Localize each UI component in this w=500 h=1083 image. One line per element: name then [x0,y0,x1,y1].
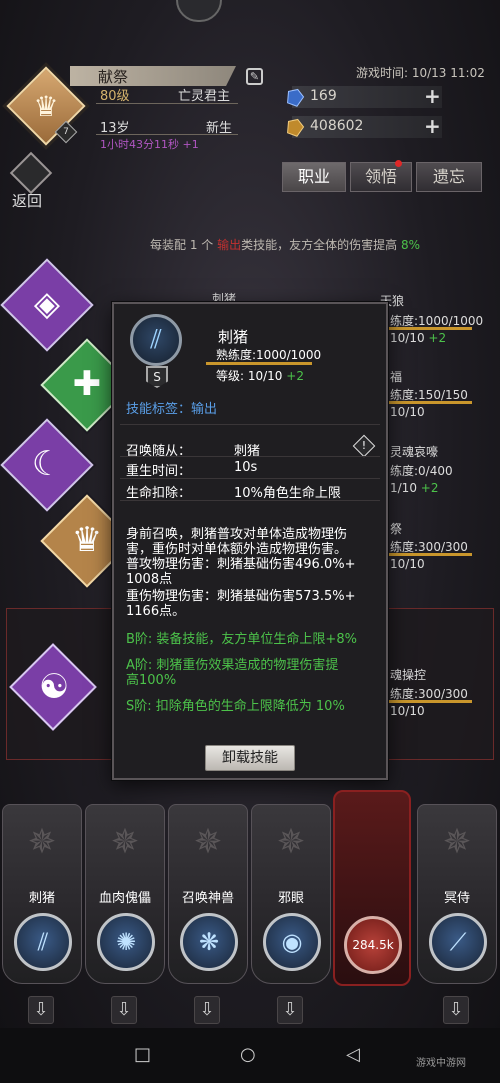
beast-icon: ❋ [180,913,238,971]
emblem-icon: ✵ [276,822,306,862]
bg-row-lvl: 10/10 [390,704,425,718]
arrow-down-icon[interactable]: ⇩ [111,996,137,1024]
bg-row-lvl: 10/10 [390,405,425,419]
skill-proficiency: 熟练度:1000/1000 [216,348,322,362]
game-time: 游戏时间: 10/13 11:02 [356,66,485,80]
emblem-icon: ✵ [442,822,472,862]
slash-icon: ⟋ [429,913,487,971]
bg-row-name: 祭 [390,522,403,536]
divider [120,478,380,479]
skill-name: 刺猪 [218,328,249,346]
card-label: 冥侍 [443,891,470,906]
divider [120,456,380,457]
desc-line: 身前召唤，刺猪普攻对单体造成物理伤 [126,527,348,542]
name-plate [70,66,236,86]
bg-row-name: 魂操控 [390,668,427,682]
watermark: 游戏中游网 [416,1058,466,1069]
proficiency-bar [206,362,312,365]
tab-forget[interactable]: 遗忘 [416,162,482,192]
desc-line: 1166点。 [126,604,186,619]
play-time-bonus: 1小时43分11秒 +1 [100,138,199,151]
skill-level: 等级: 10/10 +2 [216,369,304,383]
emblem-icon: ✵ [27,822,57,862]
info-highlight: 输出 [217,238,242,252]
emblem-icon: ✵ [193,822,223,862]
bonus-a: A阶: 刺猪重伤效果造成的物理伤害提 [126,658,339,673]
eye-icon: ◉ [263,913,321,971]
bg-row-bar [388,553,472,556]
back-nav-icon[interactable]: ◁ [346,1044,360,1065]
divider [120,500,380,501]
claw-icon: ⫽ [130,314,182,366]
bonus-a-cont: 高100% [126,673,177,688]
info-prefix: 每装配 1 个 [150,238,214,252]
home-icon[interactable]: ○ [240,1044,256,1065]
cross-icon: ✚ [72,364,102,404]
bg-row-bar [388,327,472,330]
unload-skill-button[interactable]: 卸载技能 [205,745,295,771]
arrow-down-icon[interactable]: ⇩ [28,996,54,1024]
add-gem-button[interactable]: + [424,86,441,106]
tab-career[interactable]: 职业 [282,162,346,192]
crown-icon: ♛ [71,520,103,560]
tab-comprehend[interactable]: 领悟 [350,162,412,192]
special-value: 284.5k [344,916,402,974]
skill-card[interactable]: ✵ 刺猪 ⫽ [2,804,82,984]
add-gold-button[interactable]: + [424,116,441,136]
card-label: 刺猪 [28,891,55,906]
back-button[interactable]: 返回 [12,190,42,211]
claw-icon: ⫽ [14,913,72,971]
skill-card[interactable]: ✵ 邪眼 ◉ [251,804,331,984]
edit-icon[interactable]: ✎ [246,68,263,85]
desc-line: 重伤物理伤害：刺猪基础伤害573.5%+ [126,589,356,604]
stat-value: 10s [234,460,258,475]
divider [120,424,380,425]
bg-row-lvl: 1/10 +2 [390,481,439,495]
notification-dot [395,160,402,167]
bg-row-bar [388,700,472,703]
bg-row-name: 福 [390,370,403,384]
gold-value: 408602 [310,118,364,134]
bonus-b: B阶: 装备技能，友方单位生命上限+8% [126,632,357,647]
age-divider [96,134,238,135]
bg-row-name: 灵魂哀嚎 [390,445,439,459]
player-class: 亡灵君主 [178,89,231,104]
skill-card[interactable]: ✵ 召唤神兽 ❋ [168,804,248,984]
arrow-down-icon[interactable]: ⇩ [194,996,220,1024]
card-label: 召唤神兽 [181,891,234,906]
arrow-down-icon[interactable]: ⇩ [277,996,303,1024]
player-name: 献祭 [98,68,129,86]
bg-row-prof: 练度:0/400 [390,464,453,478]
yin-yang-icon: ☯ [38,667,70,707]
stat-label: 生命扣除： [126,486,192,501]
bg-row-bar [388,401,472,404]
card-label: 血肉傀儡 [98,891,151,906]
desc-line: 害，重伤时对单体额外造成物理伤害。 [126,542,348,557]
stat-value: 10%角色生命上限 [234,486,341,501]
bg-row-lvl: 10/10 [390,557,425,571]
equip-bonus-info: 每装配 1 个 输出类技能，友方全体的伤害提高 8% [150,236,420,253]
skill-card[interactable]: ✵ 血肉傀儡 ✺ [85,804,165,984]
info-percent: 8% [400,238,420,252]
skill-card[interactable]: ✵ 冥侍 ⟋ [417,804,497,984]
bg-row-lvl: 10/10 +2 [390,331,447,345]
emblem-icon: ✵ [110,822,140,862]
moon-icon: ☾ [31,444,63,484]
desc-line: 1008点 [126,572,173,587]
skill-tag: 技能标签：输出 [126,402,218,417]
recents-icon[interactable]: □ [134,1044,151,1065]
gem-value: 169 [310,88,337,104]
arrow-down-icon[interactable]: ⇩ [443,996,469,1024]
burst-icon: ✺ [97,913,155,971]
desc-line: 普攻物理伤害：刺猪基础伤害496.0%+ [126,557,356,572]
card-label: 邪眼 [277,891,304,906]
tab-bar: 职业 领悟 遗忘 [282,162,482,192]
crown-skull-icon: ♛ [33,89,59,123]
crystal-icon: ◈ [33,284,61,324]
bonus-s: S阶: 扣除角色的生命上限降低为 10% [126,699,345,714]
info-middle: 类技能，友方全体的伤害提高 [241,238,398,252]
player-level: 80级 [100,89,130,104]
stat-label: 重生时间： [126,464,192,479]
